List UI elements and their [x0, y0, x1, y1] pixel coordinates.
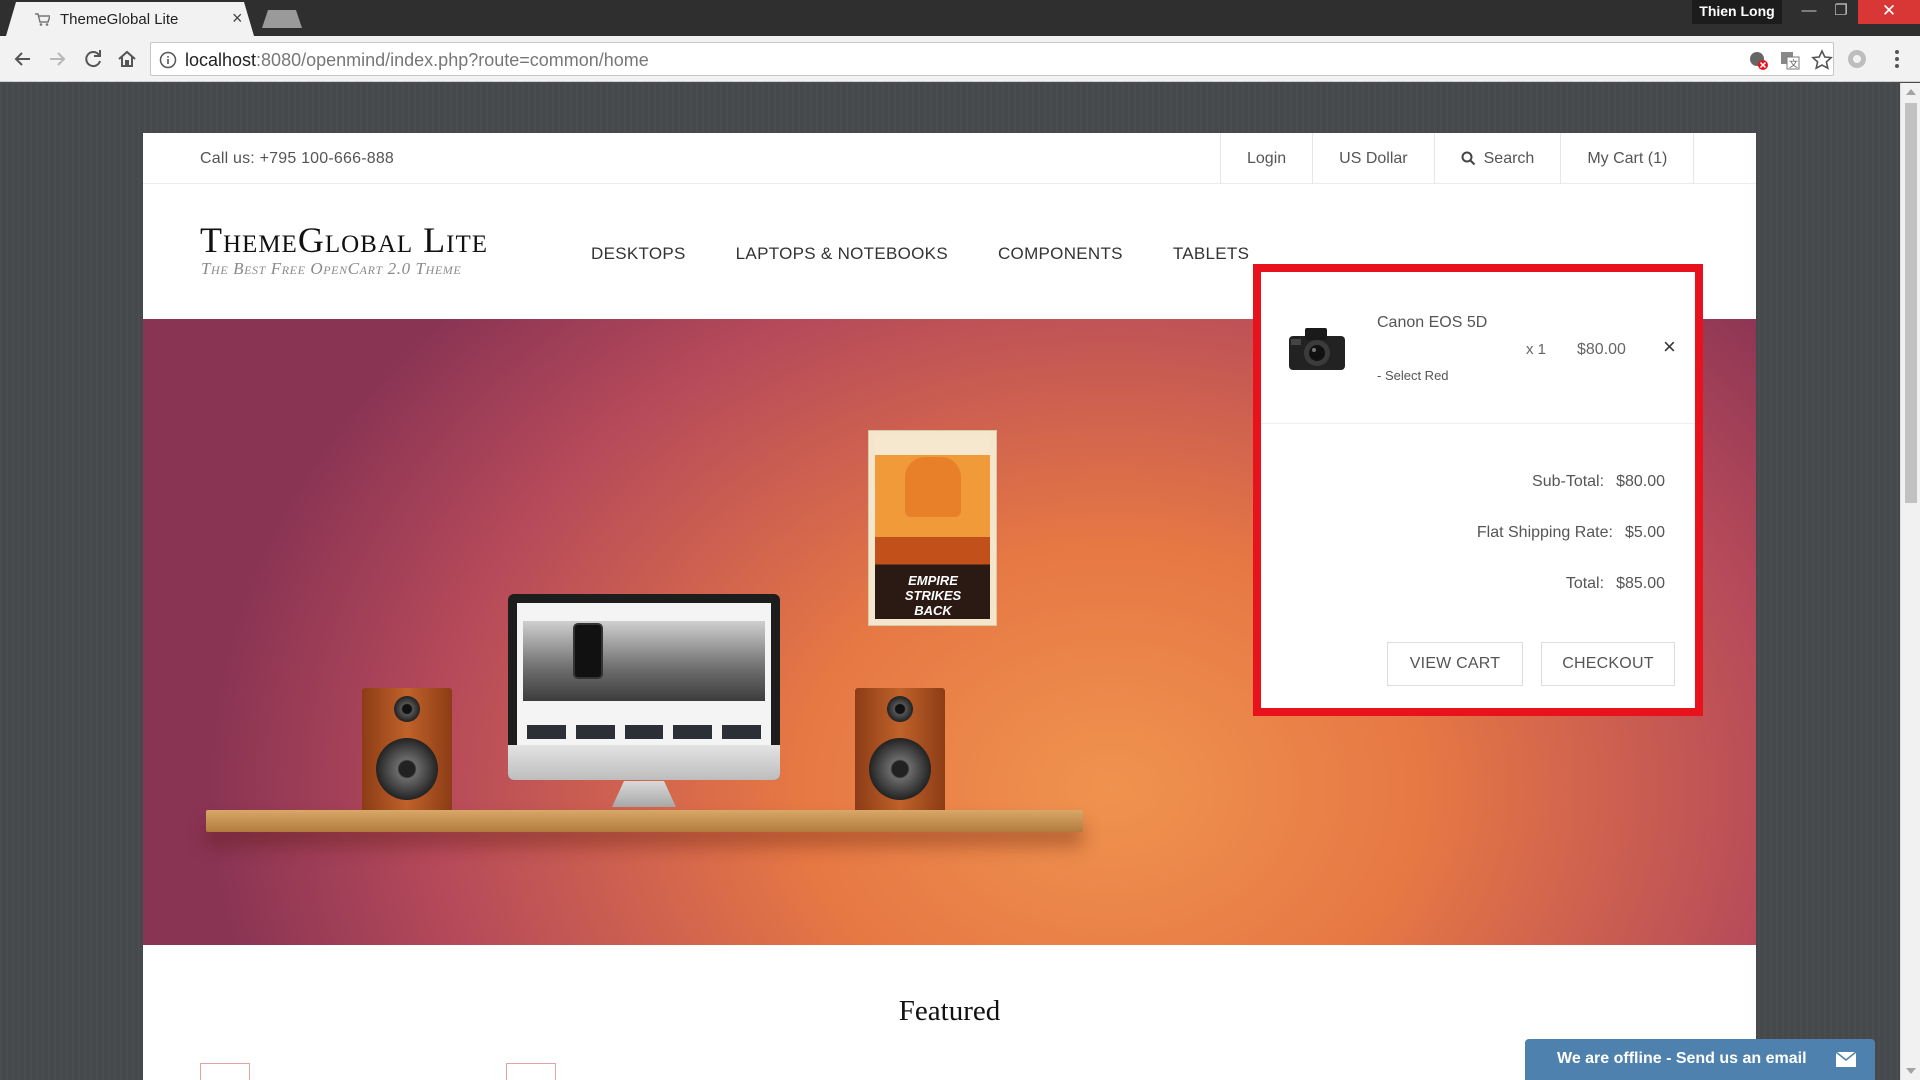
cart-item-price: $80.00: [1577, 341, 1626, 358]
cart-item-row: Canon EOS 5D - Select Red x 1 $80.00 ×: [1261, 272, 1695, 424]
poster-text: EMPIRE STRIKES BACK: [904, 573, 962, 618]
menu-icon[interactable]: [1886, 48, 1908, 70]
search-link[interactable]: Search: [1435, 133, 1562, 184]
forward-icon[interactable]: [44, 46, 70, 72]
url-text[interactable]: localhost:8080/openmind/index.php?route=…: [185, 50, 649, 71]
nav-laptops-notebooks[interactable]: LAPTOPS & NOTEBOOKS: [736, 244, 948, 264]
cart-item-quantity: x 1: [1526, 341, 1547, 358]
total-label: Total:: [1565, 575, 1605, 592]
top-nav: Login US Dollar Search My Cart (1): [1220, 133, 1695, 184]
tab-title: ThemeGlobal Lite: [60, 11, 179, 28]
window-close-icon[interactable]: ✕: [1858, 0, 1920, 24]
camera-product-image[interactable]: [1287, 324, 1347, 372]
right-speaker-image: [855, 688, 945, 816]
browser-toolbar: localhost:8080/openmind/index.php?route=…: [0, 36, 1920, 82]
browser-tab[interactable]: ThemeGlobal Lite ×: [6, 2, 254, 36]
scroll-down-icon[interactable]: [1906, 1068, 1916, 1074]
logo-title[interactable]: ThemeGlobal Lite: [200, 219, 488, 261]
profile-name[interactable]: Thien Long: [1692, 0, 1782, 24]
search-icon: [1461, 151, 1475, 166]
poster-image: EMPIRE STRIKES BACK: [868, 430, 997, 626]
back-icon[interactable]: [10, 46, 36, 72]
cart-item-name[interactable]: Canon EOS 5D: [1377, 314, 1487, 332]
new-tab-button[interactable]: [262, 10, 302, 28]
total-value: $85.00: [1616, 575, 1665, 592]
reload-icon[interactable]: [80, 46, 106, 72]
scroll-up-icon[interactable]: [1906, 89, 1916, 95]
main-nav: DESKTOPS LAPTOPS & NOTEBOOKS COMPONENTS …: [591, 244, 1299, 264]
subtotal-value: $80.00: [1616, 473, 1665, 490]
logo-subtitle: The Best Free OpenCart 2.0 Theme: [201, 259, 462, 278]
monitor-stand: [612, 781, 676, 807]
monitor-image: [508, 594, 780, 780]
total-row: Total: $85.00: [1566, 575, 1665, 593]
cookie-blocked-icon[interactable]: [1747, 49, 1769, 71]
featured-heading: Featured: [898, 995, 1001, 1027]
left-speaker-image: [362, 688, 452, 816]
top-bar: Call us: +795 100-666-888 Login US Dolla…: [143, 133, 1756, 184]
svg-text:文: 文: [1789, 58, 1798, 70]
page-scrollbar[interactable]: [1900, 83, 1920, 1080]
subtotal-label: Sub-Total:: [1532, 473, 1605, 490]
shipping-row: Flat Shipping Rate: $5.00: [1477, 524, 1665, 542]
cart-dropdown: Canon EOS 5D - Select Red x 1 $80.00 × S…: [1253, 264, 1703, 716]
page-viewport: Call us: +795 100-666-888 Login US Dolla…: [0, 83, 1900, 1080]
email-icon: [1835, 1051, 1857, 1067]
chat-label: We are offline - Send us an email: [1557, 1050, 1807, 1067]
call-us-text: Call us: +795 100-666-888: [200, 150, 395, 167]
my-cart-link[interactable]: My Cart (1): [1561, 133, 1695, 184]
nav-tablets[interactable]: TABLETS: [1173, 244, 1249, 264]
nav-desktops[interactable]: DESKTOPS: [591, 244, 686, 264]
address-bar[interactable]: localhost:8080/openmind/index.php?route=…: [150, 42, 1834, 76]
tab-close-icon[interactable]: ×: [232, 8, 243, 28]
bookmark-star-icon[interactable]: [1811, 49, 1833, 71]
login-link[interactable]: Login: [1221, 133, 1314, 184]
shelf-image: [206, 810, 1083, 832]
shipping-label: Flat Shipping Rate:: [1476, 524, 1613, 541]
subtotal-row: Sub-Total: $80.00: [1532, 473, 1665, 491]
info-icon[interactable]: [159, 51, 177, 69]
checkout-button[interactable]: CHECKOUT: [1541, 642, 1675, 686]
extension-icon[interactable]: [1846, 48, 1868, 70]
search-label: Search: [1483, 150, 1535, 167]
nav-components[interactable]: COMPONENTS: [998, 244, 1123, 264]
shipping-value: $5.00: [1624, 524, 1665, 541]
cart-item-option: - Select Red: [1377, 368, 1449, 383]
currency-selector[interactable]: US Dollar: [1313, 133, 1435, 184]
view-cart-button[interactable]: VIEW CART: [1387, 642, 1523, 686]
cart-favicon-icon: [35, 13, 50, 26]
product-thumb[interactable]: [506, 1063, 556, 1080]
product-thumb[interactable]: [200, 1063, 250, 1080]
remove-item-icon[interactable]: ×: [1663, 336, 1676, 358]
home-icon[interactable]: [114, 46, 140, 72]
scrollbar-thumb[interactable]: [1905, 103, 1917, 503]
chat-widget[interactable]: We are offline - Send us an email: [1525, 1039, 1875, 1080]
translate-icon[interactable]: 文: [1779, 49, 1801, 71]
browser-titlebar: ThemeGlobal Lite × Thien Long — ❐ ✕: [0, 0, 1920, 36]
